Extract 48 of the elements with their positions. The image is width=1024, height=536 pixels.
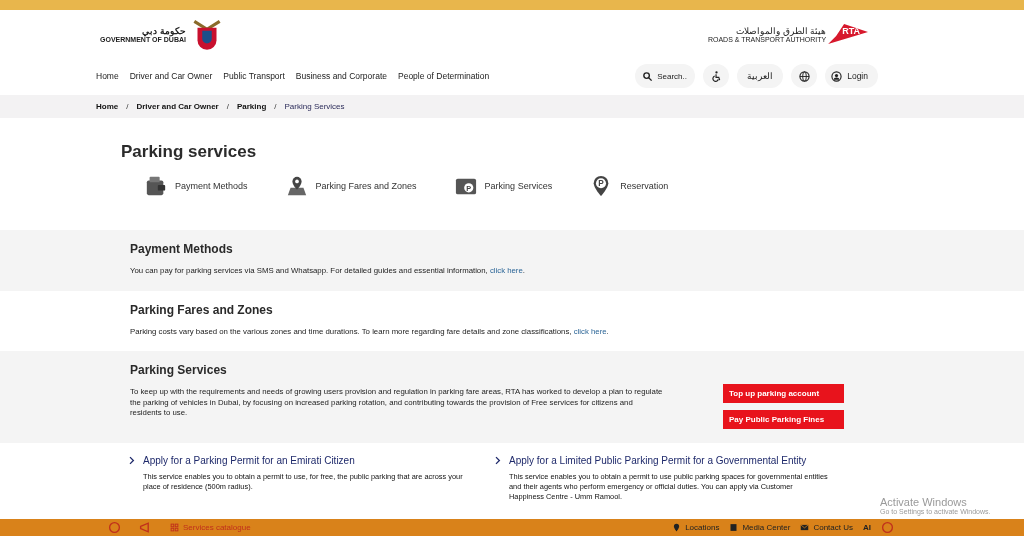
- action-button[interactable]: Top up parking account: [723, 384, 844, 404]
- language-globe-button[interactable]: [791, 64, 818, 88]
- accessibility-button[interactable]: [703, 64, 730, 88]
- footer-link[interactable]: Media Center: [729, 523, 791, 532]
- service-link[interactable]: Apply for a Limited Public Parking Permit for a Governmental Entity: [493, 455, 829, 467]
- breadcrumb-link[interactable]: Parking: [236, 102, 267, 111]
- section-heading: Parking Fares and Zones: [130, 302, 274, 317]
- section-heading: Payment Methods: [130, 242, 234, 256]
- chevron-right-icon: [493, 456, 502, 466]
- nav-link[interactable]: Business and Corporate: [295, 71, 387, 81]
- circle-icon: [881, 521, 894, 534]
- breadcrumb-link[interactable]: Home: [96, 102, 119, 111]
- user-icon: [831, 70, 843, 82]
- search-field[interactable]: Search..: [635, 64, 696, 88]
- wheelchair-icon: [710, 70, 722, 82]
- nav-link[interactable]: Public Transport: [223, 71, 285, 81]
- footer-link[interactable]: Locations: [672, 523, 720, 532]
- location-pin-icon: [672, 523, 682, 532]
- circle-icon: [108, 521, 121, 534]
- nav-link[interactable]: Driver and Car Owner: [129, 71, 213, 81]
- search-icon: [642, 71, 654, 82]
- service-link[interactable]: Apply for a Parking Permit for an Emirati Citizen: [127, 455, 463, 467]
- grid-icon: [170, 523, 179, 532]
- quick-link[interactable]: Payment Methods: [145, 175, 248, 197]
- quick-link[interactable]: P Reservation: [590, 175, 669, 197]
- globe-icon: [798, 70, 810, 82]
- envelope-icon: [800, 523, 810, 532]
- document-icon: [729, 523, 739, 532]
- quick-link[interactable]: P Parking Services: [454, 175, 553, 197]
- footer-link[interactable]: AI: [863, 523, 871, 532]
- current-page-label: Parking Services: [284, 102, 345, 111]
- login-button[interactable]: Login: [825, 64, 878, 88]
- section-heading: Parking Services: [130, 363, 228, 378]
- nav-link[interactable]: Home: [96, 71, 119, 81]
- activation-notice-title: Activate Windows: [880, 496, 968, 508]
- language-button[interactable]: العربية: [737, 64, 784, 88]
- breadcrumb-separator: /: [126, 102, 129, 111]
- breadcrumb-link[interactable]: Driver and Car Owner: [136, 102, 219, 111]
- action-button[interactable]: Pay Public Parking Fines: [723, 410, 844, 430]
- wallet-icon: [145, 175, 167, 197]
- breadcrumb-separator: /: [274, 102, 277, 111]
- quick-link[interactable]: Parking Fares and Zones: [285, 175, 417, 197]
- chevron-right-icon: [127, 456, 136, 466]
- footer-link[interactable]: Contact Us: [800, 523, 853, 532]
- map-pin-icon: [285, 175, 308, 197]
- breadcrumb-separator: /: [226, 102, 229, 111]
- page-title: Parking services: [121, 142, 258, 162]
- nav-link[interactable]: People of Determination: [398, 71, 490, 81]
